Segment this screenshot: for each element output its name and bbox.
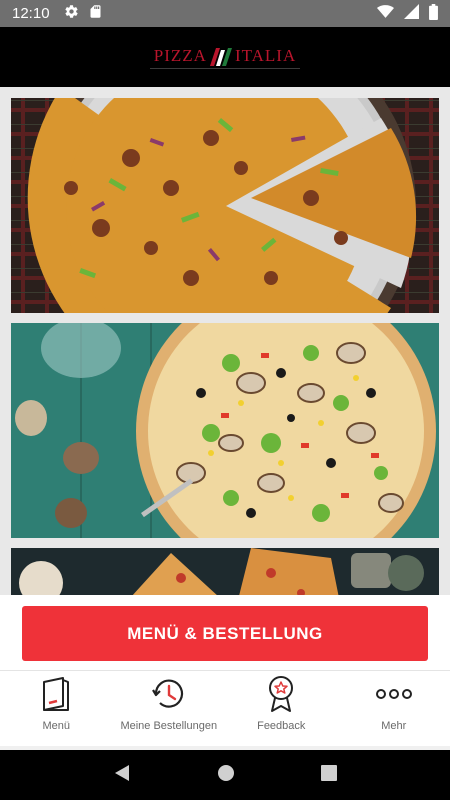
- wifi-icon: [377, 4, 394, 23]
- history-clock-icon: [150, 674, 188, 714]
- battery-icon: [429, 3, 438, 24]
- status-bar: 12:10: [0, 0, 450, 27]
- home-icon[interactable]: [217, 764, 235, 787]
- logo-emblem-icon: [209, 47, 232, 66]
- pizza-image-sliced[interactable]: [11, 98, 439, 313]
- nav-label-feedback: Feedback: [257, 720, 306, 732]
- logo-text-right: ITALIA: [234, 45, 297, 65]
- nav-label-menu: Menü: [42, 720, 71, 732]
- more-dots-icon: [375, 674, 413, 714]
- android-nav-bar: [0, 750, 450, 800]
- pizza-gallery[interactable]: [0, 87, 450, 595]
- nav-item-orders[interactable]: Meine Bestellungen: [113, 671, 226, 746]
- nav-item-feedback[interactable]: Feedback: [225, 671, 338, 746]
- back-icon[interactable]: [113, 764, 131, 787]
- nav-label-orders: Meine Bestellungen: [120, 720, 218, 732]
- menu-card-icon: [41, 674, 71, 714]
- gear-icon: [64, 4, 79, 23]
- recents-icon[interactable]: [321, 764, 337, 786]
- nav-label-more: Mehr: [381, 720, 407, 732]
- app-header: PIZZA ITALIA: [0, 27, 450, 87]
- status-time: 12:10: [12, 5, 50, 22]
- award-star-icon: [266, 674, 296, 714]
- bottom-nav: Menü Meine Bestellungen Feedback Mehr: [0, 670, 450, 746]
- order-area: MENÜ & BESTELLUNG: [0, 595, 450, 670]
- pizza-image-vegetable[interactable]: [11, 323, 439, 538]
- nav-item-menu[interactable]: Menü: [0, 671, 113, 746]
- nav-item-more[interactable]: Mehr: [338, 671, 450, 746]
- logo-text-left: PIZZA: [153, 45, 207, 65]
- pizza-image-table[interactable]: [11, 548, 439, 595]
- signal-icon: [404, 4, 419, 23]
- menu-order-button[interactable]: MENÜ & BESTELLUNG: [22, 606, 428, 661]
- sd-card-icon: [89, 4, 102, 23]
- app-logo: PIZZA ITALIA: [149, 45, 301, 69]
